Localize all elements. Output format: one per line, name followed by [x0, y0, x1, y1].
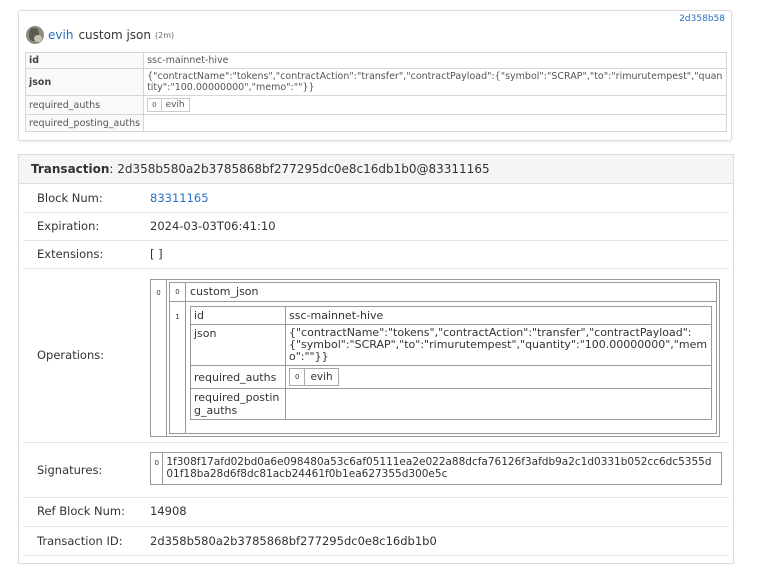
tx-hash-link[interactable]: 2d358b58	[679, 14, 725, 24]
transaction-id-row: Transaction ID: 2d358b580a2b3785868bf277…	[23, 526, 729, 556]
field-key: id	[24, 52, 145, 69]
operation-index: 0	[151, 280, 167, 436]
table-row: json {"contractName":"tokens","contractA…	[24, 68, 727, 96]
operation-type-index: 0	[170, 283, 186, 302]
extensions-row: Extensions: [ ]	[23, 240, 729, 269]
block-num-row: Block Num: 83311165	[23, 183, 729, 213]
auth-chip: 0 evih	[289, 368, 339, 386]
signature-index: 0	[151, 453, 164, 484]
field-key: required_auths	[24, 95, 145, 115]
operation-params-table: id ssc-mainnet-hive json {"contractName"…	[190, 306, 712, 420]
table-row: required_auths 0 evih	[24, 95, 727, 115]
operation-params-index: 1	[170, 302, 186, 433]
expiration-row: Expiration: 2024-03-03T06:41:10	[23, 212, 729, 241]
operation-header: evih custom json (2m)	[26, 26, 174, 44]
operations-table: 0 0 custom_json 1 id ssc-mainnet-hive js…	[150, 279, 720, 437]
field-key: required_posting_auths	[24, 114, 145, 132]
param-key: required_auths	[190, 365, 286, 389]
table-row: required_posting_auths	[24, 114, 727, 132]
operation-card: 2d358b58 evih custom json (2m) id ssc-ma…	[18, 10, 732, 141]
field-value: ssc-mainnet-hive	[143, 52, 727, 69]
operation-type: custom json	[78, 28, 151, 42]
param-key: json	[190, 324, 286, 366]
param-value: 0 evih	[285, 365, 712, 389]
table-row: required_posting_auths	[190, 388, 712, 420]
auth-chip: 0 evih	[147, 98, 190, 112]
transaction-panel: Transaction: 2d358b580a2b3785868bf277295…	[18, 154, 734, 564]
operation-name: custom_json	[190, 285, 259, 298]
table-row: json {"contractName":"tokens","contractA…	[190, 324, 712, 366]
table-row: required_auths 0 evih	[190, 365, 712, 389]
param-key: id	[190, 306, 286, 325]
field-value: 0 evih	[143, 95, 727, 115]
field-key: json	[24, 68, 145, 96]
operation-item: 0 custom_json 1 id ssc-mainnet-hive json…	[169, 282, 717, 434]
transaction-header: Transaction: 2d358b580a2b3785868bf277295…	[19, 155, 733, 184]
table-row: id ssc-mainnet-hive	[24, 52, 727, 69]
field-value: {"contractName":"tokens","contractAction…	[143, 68, 727, 96]
field-value	[143, 114, 727, 132]
signature-value: 1f308f17afd02bd0a6e098480a53c6af05111ea2…	[166, 456, 712, 480]
operation-age: (2m)	[154, 30, 175, 40]
block-num-link[interactable]: 83311165	[150, 191, 209, 205]
avatar[interactable]	[26, 26, 44, 44]
param-value: ssc-mainnet-hive	[285, 306, 712, 325]
ref-block-num-row: Ref Block Num: 14908	[23, 496, 729, 527]
param-value: {"contractName":"tokens","contractAction…	[285, 324, 712, 366]
username-link[interactable]: evih	[48, 28, 73, 42]
param-value	[285, 388, 712, 420]
signature-item: 0 1f308f17afd02bd0a6e098480a53c6af05111e…	[150, 452, 722, 485]
table-row: id ssc-mainnet-hive	[190, 306, 712, 325]
operation-fields-table: id ssc-mainnet-hive json {"contractName"…	[24, 52, 727, 132]
param-key: required_posting_auths	[190, 388, 286, 420]
